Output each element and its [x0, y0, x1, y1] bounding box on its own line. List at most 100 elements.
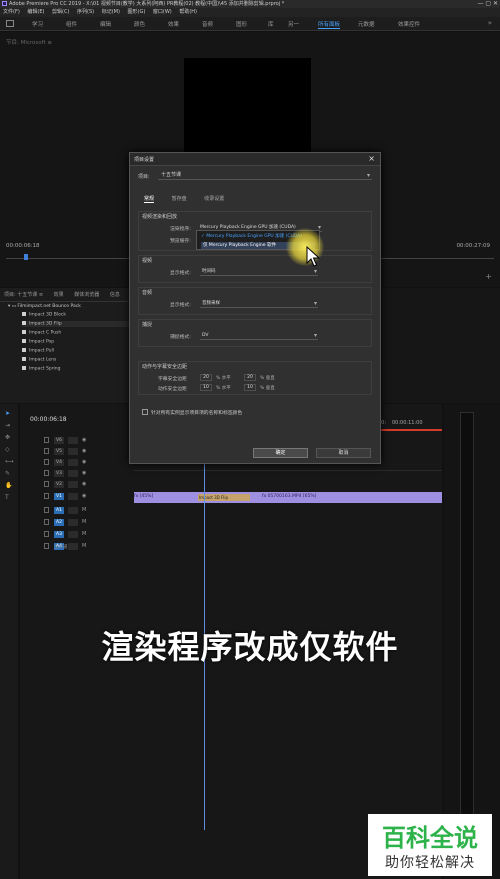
- eye-icon[interactable]: ◉: [82, 459, 90, 466]
- workspace-tab-metadata[interactable]: 元数据: [358, 20, 375, 28]
- title-safe-vertical-input[interactable]: 20: [244, 374, 256, 381]
- pen-tool-icon[interactable]: ✎: [5, 470, 12, 477]
- display-format-dropdown[interactable]: 时间码: [200, 267, 318, 276]
- eye-icon[interactable]: ◉: [82, 437, 90, 444]
- lock-icon[interactable]: [44, 507, 49, 513]
- tab-project[interactable]: 项目: 十五节课 ≡: [4, 292, 43, 298]
- workspace-tab-learn[interactable]: 学习: [32, 20, 43, 28]
- sync-lock-icon[interactable]: [68, 493, 78, 500]
- track-header[interactable]: V1 ◉: [44, 492, 132, 501]
- more-icon[interactable]: »: [488, 19, 492, 27]
- tab-effects[interactable]: 效果: [54, 292, 64, 298]
- type-tool-icon[interactable]: T: [5, 494, 12, 501]
- razor-tool-icon[interactable]: ◇: [5, 446, 12, 453]
- selection-tool-icon[interactable]: ➤: [5, 410, 12, 417]
- capture-format-dropdown[interactable]: DV: [200, 331, 318, 340]
- lock-icon[interactable]: [44, 493, 49, 499]
- hand-tool-icon[interactable]: ✋: [5, 482, 12, 489]
- lock-icon[interactable]: [44, 448, 49, 454]
- menu-clip[interactable]: 剪辑(C): [52, 9, 69, 15]
- list-item[interactable]: Impact Pop: [22, 339, 54, 345]
- transition-clip[interactable]: Impact 3D Flip: [198, 494, 250, 501]
- track-header[interactable]: A1 M: [44, 506, 132, 515]
- title-safe-horizontal-input[interactable]: 20: [200, 374, 212, 381]
- menu-help[interactable]: 帮助(H): [179, 9, 197, 15]
- lock-icon[interactable]: [44, 459, 49, 465]
- track-header[interactable]: V2 ◉: [44, 480, 132, 489]
- list-item[interactable]: Impact C Push: [22, 330, 61, 336]
- window-controls[interactable]: — ▢ ✕: [477, 0, 498, 7]
- sync-lock-icon[interactable]: [68, 437, 78, 444]
- workspace-tab-editing[interactable]: 编辑: [100, 20, 111, 28]
- mute-icon[interactable]: M: [82, 531, 90, 538]
- mute-icon[interactable]: M: [82, 543, 90, 550]
- sync-lock-icon[interactable]: [68, 519, 78, 526]
- track-select-icon[interactable]: ⇥: [5, 422, 12, 429]
- sync-lock-icon[interactable]: [68, 531, 78, 538]
- track-header[interactable]: V6 ◉: [44, 436, 132, 445]
- workspace-tab-graphics[interactable]: 图形: [236, 20, 247, 28]
- program-playhead-marker[interactable]: [24, 254, 28, 260]
- home-icon[interactable]: [6, 20, 14, 27]
- menu-graphics[interactable]: 图形(G): [128, 9, 146, 15]
- list-item[interactable]: Impact 3D Block: [22, 312, 66, 318]
- tab-general[interactable]: 常规: [144, 196, 155, 203]
- workspace-tab-effects[interactable]: 效果: [168, 20, 179, 28]
- sync-lock-icon[interactable]: [68, 507, 78, 514]
- sync-lock-icon[interactable]: [68, 543, 78, 550]
- work-area-bar[interactable]: [380, 429, 442, 431]
- sync-lock-icon[interactable]: [68, 448, 78, 455]
- menu-edit[interactable]: 编辑(E): [27, 9, 44, 15]
- ripple-edit-icon[interactable]: ✥: [5, 434, 12, 441]
- list-item[interactable]: Impact Pull: [22, 348, 54, 354]
- track-header[interactable]: V3 ◉: [44, 469, 132, 478]
- lock-icon[interactable]: [44, 519, 49, 525]
- lock-icon[interactable]: [44, 470, 49, 476]
- track-header[interactable]: A3 M: [44, 530, 132, 539]
- eye-icon[interactable]: ◉: [82, 493, 90, 500]
- list-item[interactable]: Impact Lens: [22, 357, 56, 363]
- eye-icon[interactable]: ◉: [82, 481, 90, 488]
- track-header[interactable]: A2 M: [44, 518, 132, 527]
- track-header[interactable]: V5 ◉: [44, 447, 132, 456]
- tab-ingest-settings[interactable]: 收录设置: [204, 196, 224, 202]
- menu-file[interactable]: 文件(F): [3, 9, 20, 15]
- lock-icon[interactable]: [44, 531, 49, 537]
- tab-media-browser[interactable]: 媒体浏览器: [74, 292, 99, 298]
- lock-icon[interactable]: [44, 543, 49, 549]
- lock-icon[interactable]: [44, 437, 49, 443]
- tab-info[interactable]: 信息: [110, 292, 120, 298]
- button-editor-icon[interactable]: +: [485, 272, 492, 281]
- sync-lock-icon[interactable]: [68, 481, 78, 488]
- workspace-tab-libraries[interactable]: 库: [268, 20, 274, 28]
- lock-icon[interactable]: [44, 481, 49, 487]
- track-header[interactable]: V4 ◉: [44, 458, 132, 467]
- list-item[interactable]: Impact Spring: [22, 366, 61, 372]
- sync-lock-icon[interactable]: [68, 459, 78, 466]
- effects-folder[interactable]: ▾ ▭ Filmimpact.net Bounce Pack: [8, 304, 81, 309]
- show-label-color-checkbox[interactable]: [142, 409, 148, 415]
- close-icon[interactable]: ×: [368, 154, 375, 163]
- ok-button[interactable]: 确定: [253, 448, 308, 458]
- workspace-tab-effect-controls[interactable]: 效果控件: [398, 20, 420, 28]
- menu-marker[interactable]: 标记(M): [102, 9, 120, 15]
- list-item-selected[interactable]: Impact 3D Flip: [22, 321, 130, 327]
- action-safe-vertical-input[interactable]: 10: [244, 384, 256, 391]
- cancel-button[interactable]: 取消: [316, 448, 371, 458]
- menu-sequence[interactable]: 序列(S): [77, 9, 94, 15]
- menu-window[interactable]: 窗口(W): [153, 9, 172, 15]
- workspace-tab-audio[interactable]: 音频: [202, 20, 213, 28]
- mute-icon[interactable]: M: [82, 519, 90, 526]
- workspace-tab-color[interactable]: 颜色: [134, 20, 145, 28]
- slip-tool-icon[interactable]: ⟷: [5, 458, 14, 465]
- eye-icon[interactable]: ◉: [82, 470, 90, 477]
- eye-icon[interactable]: ◉: [82, 448, 90, 455]
- mute-icon[interactable]: M: [82, 507, 90, 514]
- workspace-tab-other[interactable]: 另一: [288, 20, 299, 28]
- project-name-field[interactable]: 十五节课: [158, 171, 372, 180]
- workspace-tab-assembly[interactable]: 组件: [66, 20, 77, 28]
- sync-lock-icon[interactable]: [68, 470, 78, 477]
- audio-display-format-dropdown[interactable]: 音频采样: [200, 299, 318, 308]
- action-safe-horizontal-input[interactable]: 10: [200, 384, 212, 391]
- tab-scratch-disks[interactable]: 暂存盘: [172, 196, 187, 202]
